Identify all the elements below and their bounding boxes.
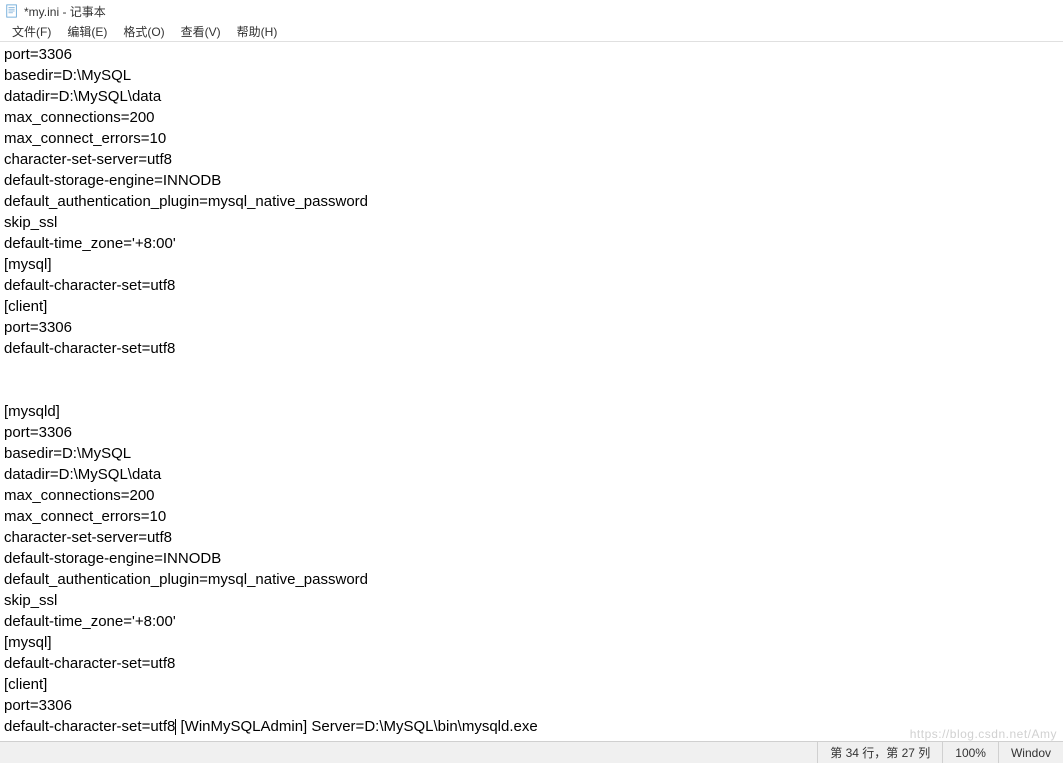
text-line: basedir=D:\MySQL [4, 65, 1059, 86]
text-line: default-character-set=utf8 [4, 653, 1059, 674]
status-bar: 第 34 行，第 27 列 100% Windov [0, 741, 1063, 763]
text-line: skip_ssl [4, 212, 1059, 233]
text-line: port=3306 [4, 422, 1059, 443]
text-line: basedir=D:\MySQL [4, 443, 1059, 464]
watermark-text: https://blog.csdn.net/Amy [910, 727, 1057, 741]
text-line: default_authentication_plugin=mysql_nati… [4, 191, 1059, 212]
menu-format[interactable]: 格式(O) [115, 21, 172, 42]
notepad-icon [4, 3, 20, 19]
menu-bar: 文件(F) 编辑(E) 格式(O) 查看(V) 帮助(H) [0, 22, 1063, 42]
text-line: default-storage-engine=INNODB [4, 170, 1059, 191]
text-line: [mysql] [4, 632, 1059, 653]
text-line: max_connect_errors=10 [4, 128, 1059, 149]
text-line: [mysqld] [4, 401, 1059, 422]
text-line: max_connections=200 [4, 485, 1059, 506]
status-position: 第 34 行，第 27 列 [817, 742, 942, 763]
text-line: [mysql] [4, 254, 1059, 275]
text-line: default-storage-engine=INNODB [4, 548, 1059, 569]
text-segment: default-character-set=utf8 [4, 718, 175, 735]
text-line: character-set-server=utf8 [4, 527, 1059, 548]
text-line: skip_ssl [4, 590, 1059, 611]
text-line: [client] [4, 296, 1059, 317]
window-title: *my.ini - 记事本 [24, 3, 106, 20]
text-line: port=3306 [4, 695, 1059, 716]
text-line: default_authentication_plugin=mysql_nati… [4, 569, 1059, 590]
text-line [4, 380, 1059, 401]
text-line: port=3306 [4, 317, 1059, 338]
status-platform: Windov [998, 742, 1063, 763]
text-line: [client] [4, 674, 1059, 695]
text-line: default-character-set=utf8 [4, 275, 1059, 296]
menu-edit[interactable]: 编辑(E) [59, 21, 115, 42]
text-line: default-character-set=utf8 [WinMySQLAdmi… [4, 716, 1059, 737]
text-segment: [WinMySQLAdmin] Server=D:\MySQL\bin\mysq… [176, 718, 537, 735]
text-line: default-time_zone='+8:00' [4, 611, 1059, 632]
text-line: datadir=D:\MySQL\data [4, 86, 1059, 107]
title-bar: *my.ini - 记事本 [0, 0, 1063, 22]
text-line: max_connect_errors=10 [4, 506, 1059, 527]
text-line: port=3306 [4, 44, 1059, 65]
text-line [4, 359, 1059, 380]
status-zoom: 100% [942, 742, 998, 763]
text-line: max_connections=200 [4, 107, 1059, 128]
text-editor[interactable]: port=3306basedir=D:\MySQLdatadir=D:\MySQ… [0, 42, 1063, 741]
menu-view[interactable]: 查看(V) [173, 21, 229, 42]
menu-file[interactable]: 文件(F) [4, 21, 59, 42]
menu-help[interactable]: 帮助(H) [229, 21, 286, 42]
text-line: character-set-server=utf8 [4, 149, 1059, 170]
text-line: default-time_zone='+8:00' [4, 233, 1059, 254]
text-line: default-character-set=utf8 [4, 338, 1059, 359]
text-line: datadir=D:\MySQL\data [4, 464, 1059, 485]
